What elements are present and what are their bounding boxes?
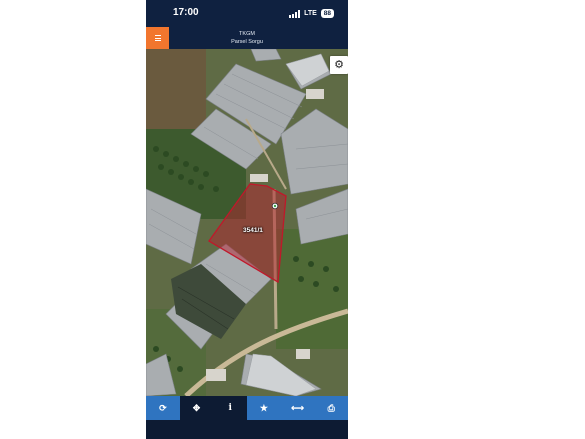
network-type: LTE [304, 10, 317, 17]
print-button[interactable]: ⎙ [314, 396, 348, 420]
info-icon: i [228, 403, 232, 413]
bottom-toolbar: ⟳ ✥ i ★ ⟷ ⎙ [146, 396, 348, 420]
locate-button[interactable]: ✥ [179, 396, 214, 420]
parcel-label: 3541/1 [243, 227, 263, 234]
map-settings-button[interactable]: ⚙ [330, 56, 348, 74]
measure-button[interactable]: ⟷ [280, 396, 315, 420]
refresh-button[interactable]: ⟳ [146, 396, 180, 420]
info-button[interactable]: i [213, 396, 248, 420]
printer-icon: ⎙ [327, 402, 335, 413]
signal-icon [289, 9, 301, 18]
app-header: TKGM Parsel Sorgu [146, 27, 348, 49]
map-imagery [146, 49, 348, 396]
app-title: TKGM [239, 31, 255, 37]
status-bar: 17:00 LTE 88 [146, 0, 348, 27]
measure-arrows-icon: ⟷ [291, 402, 304, 413]
app-subtitle: Parsel Sorgu [231, 39, 263, 45]
crosshair-icon: ✥ [192, 402, 201, 413]
refresh-icon: ⟳ [159, 402, 167, 413]
satellite-map[interactable]: ⚙ 3541/1 [146, 49, 348, 396]
favorite-button[interactable]: ★ [247, 396, 281, 420]
status-indicators: LTE 88 [289, 8, 334, 19]
status-time: 17:00 [173, 7, 199, 18]
star-icon: ★ [259, 402, 268, 413]
home-indicator-area [146, 420, 348, 439]
battery-icon: 88 [320, 9, 334, 18]
gear-icon: ⚙ [334, 58, 344, 71]
phone-screen: 17:00 LTE 88 TKGM Parsel Sorgu ⚙ 3541/1 … [146, 0, 348, 439]
